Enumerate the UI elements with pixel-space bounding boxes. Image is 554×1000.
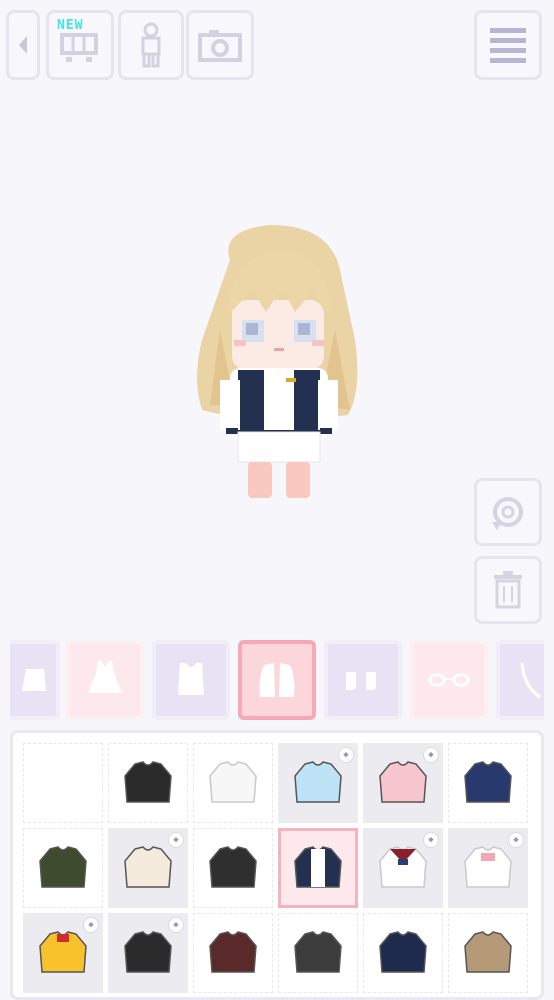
navy-sweater-icon [464,761,512,803]
category-bar [10,640,544,722]
lock-icon: ◆ [423,832,439,848]
gray-coat-icon [294,931,342,973]
closet-item-sailor-blouse[interactable]: ◆ [363,828,443,908]
character [190,220,365,505]
body-button[interactable] [118,10,184,80]
character-sprite [197,225,358,498]
closet-item-yellow-raincoat[interactable]: ◆ [23,913,103,993]
shop-button[interactable]: NEW [46,10,114,80]
lock-icon: ◆ [168,917,184,933]
black-jacket-icon [209,846,257,888]
white-hoodie-icon [209,761,257,803]
closet-item-tan-coat[interactable] [448,913,528,993]
closet-item-black-long-coat[interactable]: ◆ [108,913,188,993]
top-icon [168,657,214,703]
lightblue-hoodie-icon [294,761,342,803]
skirt-icon [10,665,46,695]
closet-item-pink-bow-blouse[interactable]: ◆ [448,828,528,908]
closet-item-empty[interactable] [23,743,103,823]
maroon-coat-icon [209,931,257,973]
glasses-icon [426,665,472,695]
socks-icon [340,660,386,700]
category-glasses[interactable] [410,640,488,720]
lock-icon: ◆ [338,747,354,763]
back-button[interactable] [6,10,40,80]
closet-panel: ◆ ◆ ◆ ◆ ◆ ◆ ◆ [10,730,544,1000]
lock-icon: ◆ [83,917,99,933]
lock-icon: ◆ [423,747,439,763]
category-top[interactable] [152,640,230,720]
sailor-blouse-icon [379,846,427,888]
olive-cardigan-icon [39,846,87,888]
dress-icon [82,657,128,703]
rotate-icon [488,492,528,532]
closet-item-gray-coat[interactable] [278,913,358,993]
varsity-jacket-icon [294,846,342,888]
category-outerwear[interactable] [238,640,316,720]
camera-icon [197,27,243,63]
closet-item-white-hoodie[interactable] [193,743,273,823]
camera-button[interactable] [186,10,254,80]
closet-item-navy-sweater[interactable] [448,743,528,823]
closet-item-navy-coat[interactable] [363,913,443,993]
jacket-icon [254,657,300,703]
yellow-raincoat-icon [39,931,87,973]
tan-coat-icon [464,931,512,973]
closet-item-black-hoodie[interactable] [108,743,188,823]
closet-item-black-jacket[interactable] [193,828,273,908]
black-long-coat-icon [124,931,172,973]
chevron-left-icon [17,34,29,56]
closet-item-olive-cardigan[interactable] [23,828,103,908]
lock-icon: ◆ [168,832,184,848]
pink-bow-blouse-icon [464,846,512,888]
closet-item-maroon-coat[interactable] [193,913,273,993]
hamburger-menu-icon [488,25,528,65]
category-dress[interactable] [66,640,144,720]
closet-item-pink-hoodie[interactable]: ◆ [363,743,443,823]
rotate-button[interactable] [474,478,542,546]
category-socks[interactable] [324,640,402,720]
closet-item-lightblue-hoodie[interactable]: ◆ [278,743,358,823]
closet-item-cream-cardigan[interactable]: ◆ [108,828,188,908]
lock-icon: ◆ [508,832,524,848]
menu-button[interactable] [474,10,542,80]
body-icon [136,22,166,68]
new-badge: NEW [57,18,84,33]
category-accessory[interactable] [496,640,544,720]
closet-item-varsity-jacket[interactable] [278,828,358,908]
delete-button[interactable] [474,556,542,624]
category-skirt[interactable] [10,640,60,720]
necklace-icon [512,657,544,703]
pink-hoodie-icon [379,761,427,803]
black-hoodie-icon [124,761,172,803]
trash-icon [490,569,526,611]
cream-cardigan-icon [124,846,172,888]
navy-coat-icon [379,931,427,973]
